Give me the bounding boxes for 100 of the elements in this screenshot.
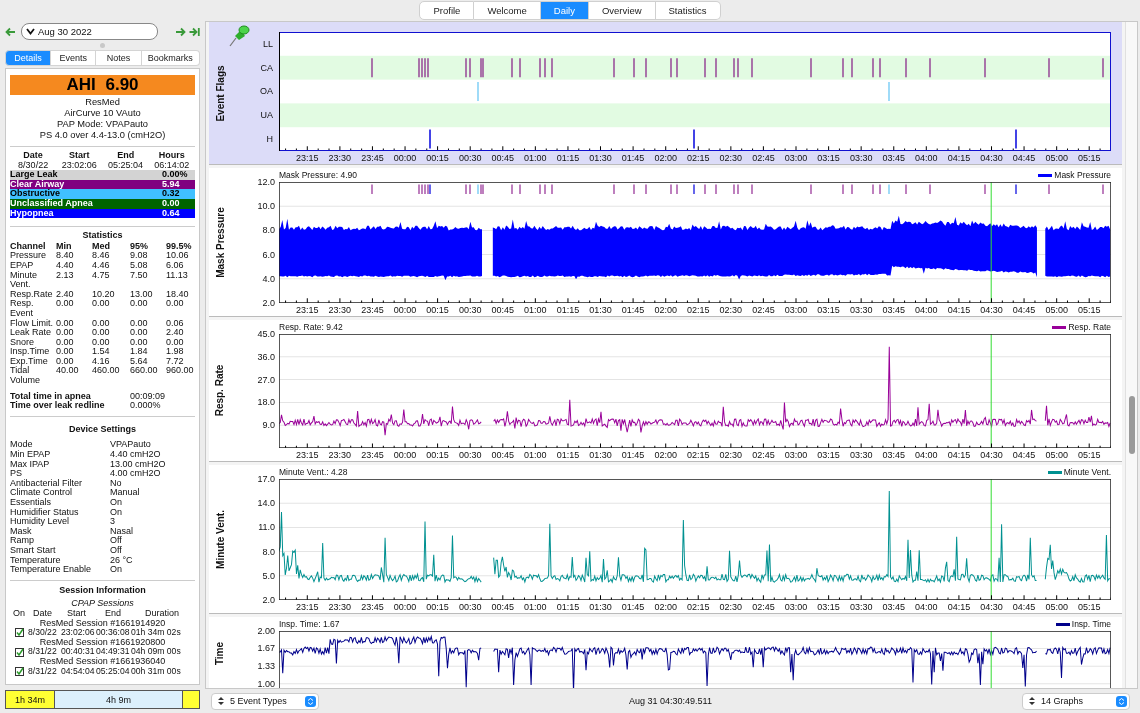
date-field[interactable]: Aug 30 2022 [21,23,158,40]
table-cell-text: 5.64 [130,356,149,367]
table-cell-text: 8.46 [92,251,111,261]
column-header: End [105,608,122,619]
forward-arrow-icon[interactable] [175,26,186,37]
index-name: Hypopnea [10,208,55,219]
setting-value: 26 °C [110,555,134,566]
x-tick-label: 03:00 [784,602,808,612]
section-title: Device Settings [68,424,137,435]
setting-value: On [110,507,123,518]
table-cell-text: 00h 31m 00s [131,666,182,677]
table-cell-text: 13.00 [130,289,154,300]
x-tick-label: 00:45 [491,602,515,612]
x-tick-label: 04:30 [980,305,1003,315]
x-tick-label: 02:30 [719,602,743,612]
x-tick-label: 02:00 [654,153,677,163]
panel-tab[interactable]: Events [51,50,97,66]
x-tick-label: 03:15 [817,602,840,612]
x-tick-label: 05:00 [1045,602,1068,612]
panel-tab[interactable]: Notes [96,50,142,66]
session-segment[interactable]: 4h 9m [55,691,184,708]
table-cell-text: 0.00 [166,337,185,348]
session-checkbox[interactable] [15,647,24,657]
graph-axis-title: Time [214,641,226,665]
device-info: AirCurve 10 VAuto [63,108,142,119]
event-marker [544,183,546,195]
setting-value: 13.00 cmH2O [110,459,167,470]
table-cell-text: 1.84 [130,347,149,357]
table-cell-text: 0.00 [56,356,75,367]
event-types-select[interactable]: 5 Event Types [211,692,319,710]
x-tick-label: 03:15 [817,450,840,460]
view-tab[interactable]: Welcome [474,1,541,20]
table-cell-text: 0.00 [130,328,149,338]
x-tick-label: 23:30 [328,153,352,163]
x-tick-label: 00:45 [491,305,515,315]
setting-label: PS [10,469,23,479]
event-marker [1102,183,1104,195]
x-tick-label: 00:00 [393,305,417,315]
column-header: Start [68,151,91,161]
table-cell: 04:54:04 [61,666,96,677]
x-tick-label: 00:45 [491,153,515,163]
stepper-icon[interactable] [1116,695,1127,707]
x-tick-label: 23:30 [328,305,352,315]
setting-value: VPAPauto [110,440,152,451]
table-cell-text: 960.00 [166,366,195,378]
splitter-handle[interactable] [100,43,105,48]
flag-row-label: LL [263,38,274,49]
view-tab[interactable]: Profile [419,1,475,20]
event-marker [539,183,541,195]
event-marker [737,183,739,195]
x-tick-label: 04:45 [1012,602,1036,612]
x-tick-label: 02:15 [687,305,710,315]
graph-axis-title: Resp. Rate [214,364,226,417]
x-tick-label: 02:45 [752,450,775,460]
device-info: PAP Mode: VPAPauto [56,119,149,130]
column-header: 99.5% [166,241,193,252]
session-group-title: CPAP Sessions [70,599,135,609]
skip-to-end-icon[interactable] [189,26,200,37]
table-cell-text: Leak Rate [10,328,53,338]
view-tab[interactable]: Overview [588,1,656,20]
column-header: Date [33,608,53,619]
session-name: ResMed Session #1661920800 [38,637,167,647]
back-arrow-icon[interactable] [5,26,16,37]
x-tick-label: 02:45 [752,153,775,163]
session-segment[interactable]: 1h 34m [6,691,55,708]
graph-reading: Resp. Rate: 9.42 [279,322,343,332]
y-tick-label: 8.0 [262,225,275,236]
updown-icon [216,696,226,706]
table-cell-text: 06:14:02 [153,160,191,171]
x-tick-label: 23:15 [296,450,319,460]
x-tick-label: 00:00 [393,602,417,612]
graph-reading: Mask Pressure: 4.90 [279,170,357,180]
table-cell-text: Resp.Rate [10,289,54,300]
x-tick-label: 05:15 [1077,305,1101,315]
x-tick-label: 02:30 [719,305,743,315]
setting-label: Mask [10,526,32,537]
table-cell-text: 460.00 [92,366,121,378]
stepper-icon[interactable] [305,695,316,707]
setting-label: Temperature [10,555,62,565]
column-header: Med [92,241,111,252]
session-checkbox[interactable] [15,666,24,676]
panel-tab[interactable]: Bookmarks [141,50,200,66]
x-tick-label: 02:15 [687,450,710,460]
x-tick-label: 03:15 [817,305,840,315]
scrollbar[interactable] [1125,22,1137,688]
x-tick-label: 01:00 [524,450,547,460]
setting-label: Temperature Enable [10,565,93,575]
table-cell-text: 05:25:04 [107,160,145,171]
setting-value: Off [110,536,123,546]
table-cell-text: Resp. Event [10,299,34,319]
graphs-select[interactable]: 14 Graphs [1022,692,1130,710]
setting-value: Nasal [110,526,134,536]
view-tab[interactable]: Statistics [655,1,721,20]
pushpin-icon[interactable] [227,24,251,48]
setting-value: 4.00 cmH2O [110,469,162,479]
y-tick-label: 36.0 [257,351,275,362]
session-checkbox[interactable] [15,628,24,638]
event-marker [633,183,635,195]
scrollbar-thumb[interactable] [1128,396,1135,454]
x-tick-label: 02:45 [752,305,775,315]
